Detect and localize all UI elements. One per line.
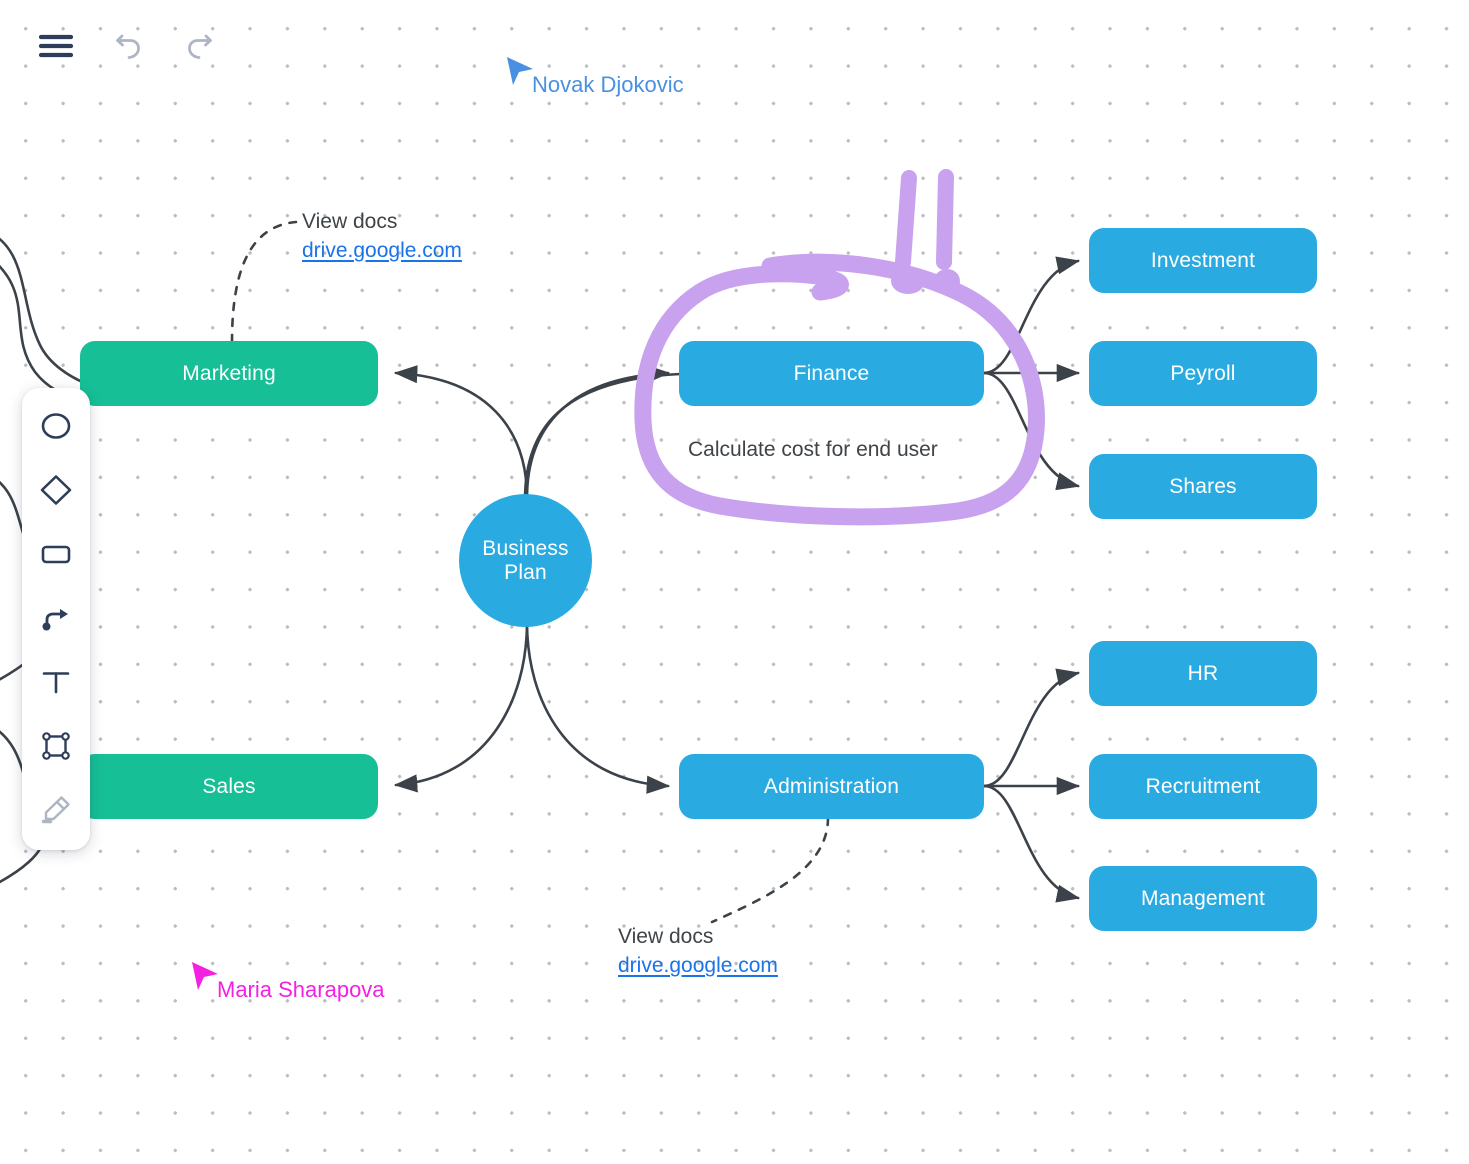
tool-ellipse-button[interactable] bbox=[32, 402, 80, 450]
admin-doc-title: View docs bbox=[618, 925, 714, 948]
node-label: Investment bbox=[1150, 248, 1256, 272]
node-label: Shares bbox=[1169, 474, 1237, 498]
node-peyroll[interactable]: Peyroll bbox=[1089, 341, 1317, 406]
shape-tool-panel[interactable] bbox=[22, 388, 90, 850]
cursor-maria-sharapova: Maria Sharapova bbox=[190, 960, 385, 1003]
marketing-doc-title: View docs bbox=[302, 210, 398, 233]
rounded-rectangle-icon bbox=[41, 545, 71, 564]
undo-button[interactable] bbox=[106, 24, 150, 68]
node-hr[interactable]: HR bbox=[1089, 641, 1317, 706]
node-management[interactable]: Management bbox=[1089, 866, 1317, 931]
tool-diamond-button[interactable] bbox=[32, 466, 80, 514]
tool-text-button[interactable] bbox=[32, 658, 80, 706]
node-label-line-2: Plan bbox=[504, 560, 547, 584]
node-administration[interactable]: Administration bbox=[679, 754, 984, 819]
node-shares[interactable]: Shares bbox=[1089, 454, 1317, 519]
admin-doc-link[interactable]: drive.google.com bbox=[618, 954, 778, 978]
top-toolbar bbox=[0, 0, 260, 92]
node-recruitment[interactable]: Recruitment bbox=[1089, 754, 1317, 819]
highlighter-pen-icon bbox=[41, 796, 70, 824]
circle-icon bbox=[41, 413, 71, 439]
marketing-doc-link[interactable]: drive.google.com bbox=[302, 239, 462, 263]
hamburger-menu-button[interactable] bbox=[34, 24, 78, 68]
node-sales[interactable]: Sales bbox=[80, 754, 378, 819]
node-investment[interactable]: Investment bbox=[1089, 228, 1317, 293]
tool-connector-button[interactable] bbox=[32, 594, 80, 642]
node-label: Finance bbox=[793, 361, 870, 385]
node-label-line-1: Business bbox=[482, 536, 569, 560]
node-label: Sales bbox=[202, 774, 256, 798]
node-business-plan[interactable]: Business Plan bbox=[459, 494, 592, 627]
whiteboard-canvas[interactable]: Marketing Sales Business Plan Finance Ad… bbox=[0, 0, 1469, 1164]
node-finance[interactable]: Finance bbox=[679, 341, 984, 406]
node-label: Management bbox=[1140, 886, 1266, 910]
diamond-icon bbox=[40, 475, 72, 505]
connector-arrow-icon bbox=[42, 609, 68, 631]
cursor-novak-djokovic: Novak Djokovic bbox=[505, 55, 684, 98]
cursor-pointer-icon bbox=[507, 57, 533, 85]
cursor-pointer-icon bbox=[192, 962, 218, 990]
redo-button[interactable] bbox=[178, 24, 222, 68]
redo-icon bbox=[188, 34, 212, 59]
node-label: Administration bbox=[763, 774, 900, 798]
frame-icon bbox=[42, 732, 70, 760]
node-label: Recruitment bbox=[1145, 774, 1261, 798]
tool-highlighter-button[interactable] bbox=[32, 786, 80, 834]
finance-note-text: Calculate cost for end user bbox=[688, 438, 938, 461]
hamburger-icon bbox=[38, 34, 74, 58]
cursor-label: Maria Sharapova bbox=[217, 977, 385, 1002]
node-label: HR bbox=[1187, 661, 1219, 685]
node-marketing[interactable]: Marketing bbox=[80, 341, 378, 406]
tool-rectangle-button[interactable] bbox=[32, 530, 80, 578]
text-t-icon bbox=[42, 672, 70, 694]
tool-frame-button[interactable] bbox=[32, 722, 80, 770]
node-label: Peyroll bbox=[1170, 361, 1236, 385]
node-label: Marketing bbox=[182, 361, 276, 385]
cursor-label: Novak Djokovic bbox=[532, 72, 684, 97]
undo-icon bbox=[116, 34, 140, 59]
